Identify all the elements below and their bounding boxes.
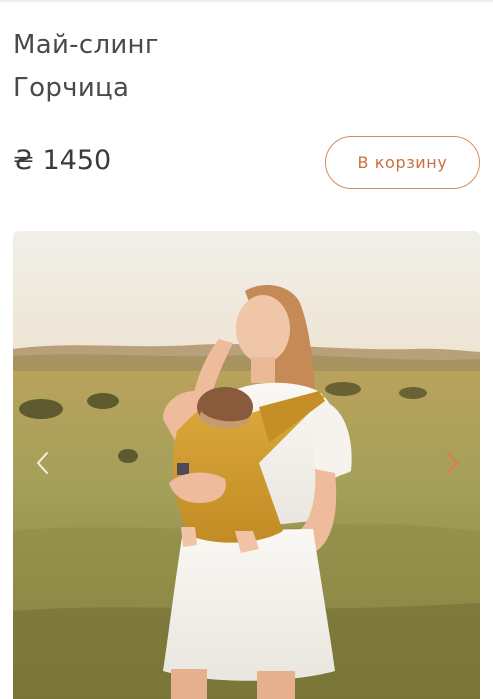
add-to-cart-button[interactable]: В корзину (325, 136, 480, 189)
chevron-left-icon (37, 452, 48, 474)
product-title-line-1: Май-слинг (13, 30, 159, 60)
product-title: Май-слинг Горчица (13, 24, 159, 110)
gallery-next-button[interactable] (440, 449, 464, 477)
product-price: ₴ 1450 (13, 145, 112, 176)
product-image-gallery[interactable] (13, 231, 480, 699)
top-divider (0, 0, 493, 3)
product-photo (13, 231, 480, 699)
product-title-line-2: Горчица (13, 73, 130, 103)
gallery-prev-button[interactable] (31, 449, 55, 477)
chevron-right-icon (447, 452, 458, 474)
